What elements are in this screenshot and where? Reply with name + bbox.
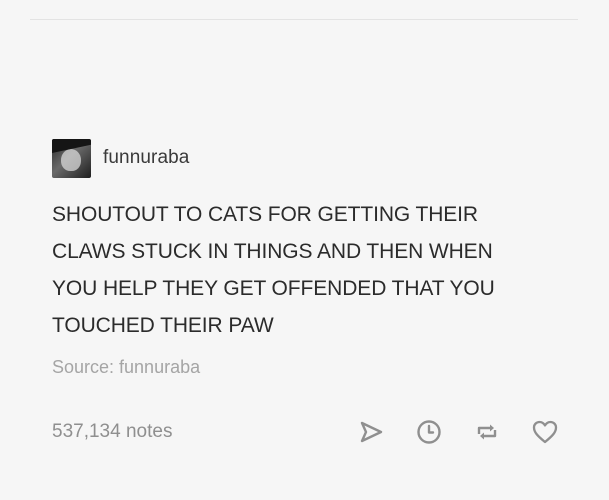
- like-button[interactable]: [528, 415, 562, 449]
- post-body-line: CLAWS STUCK IN THINGS AND THEN WHEN: [52, 240, 493, 263]
- clock-icon: [417, 420, 441, 444]
- avatar[interactable]: [52, 138, 91, 178]
- reblog-button[interactable]: [470, 415, 504, 449]
- post-page: funnuraba SHOUTOUT TO CATS FOR GETTING T…: [0, 0, 609, 500]
- post-body: SHOUTOUT TO CATS FOR GETTING THEIR CLAWS…: [52, 196, 572, 344]
- post-body-line: TOUCHED THEIR PAW: [52, 314, 274, 337]
- queue-button[interactable]: [412, 415, 446, 449]
- top-divider: [30, 19, 578, 20]
- post-body-line: YOU HELP THEY GET OFFENDED THAT YOU: [52, 277, 495, 300]
- notes-count[interactable]: 537,134 notes: [52, 421, 172, 443]
- post-header: funnuraba: [52, 138, 189, 178]
- post-body-line: SHOUTOUT TO CATS FOR GETTING THEIR: [52, 203, 478, 226]
- share-button[interactable]: [354, 415, 388, 449]
- username[interactable]: funnuraba: [103, 147, 189, 169]
- post-footer: 537,134 notes: [52, 414, 562, 450]
- source-link[interactable]: Source: funnuraba: [52, 357, 200, 378]
- share-icon: [360, 421, 383, 443]
- heart-icon: [532, 420, 558, 444]
- post-actions: [354, 415, 562, 449]
- reblog-icon: [477, 424, 497, 440]
